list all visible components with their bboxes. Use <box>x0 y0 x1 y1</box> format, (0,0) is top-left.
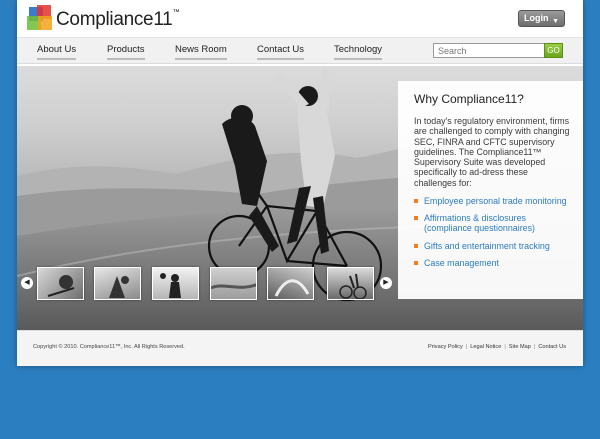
hero-banner: Why Compliance11? In today's regulatory … <box>17 66 583 330</box>
nav-item-about-us[interactable]: About Us <box>37 44 77 60</box>
feature-item-trade-monitoring[interactable]: Employee personal trade monitoring <box>414 196 571 206</box>
nav-item-technology[interactable]: Technology <box>334 44 383 60</box>
thumbnail-4[interactable] <box>210 267 257 300</box>
main-nav: About Us Products News Room Contact Us T… <box>17 37 583 64</box>
feature-item-gifts[interactable]: Gifts and entertainment tracking <box>414 241 571 251</box>
footer-link-site-map[interactable]: Site Map <box>509 344 531 350</box>
copyright-text: Copyright © 2010. Compliance11™, Inc. Al… <box>33 344 185 350</box>
footer-separator: | <box>465 344 468 350</box>
nav-item-news-room[interactable]: News Room <box>175 44 227 60</box>
go-button[interactable]: GO <box>544 43 563 58</box>
chevron-left-icon[interactable]: ◀ <box>21 277 33 289</box>
footer-separator: | <box>533 344 536 350</box>
thumbnail-3[interactable] <box>152 267 199 300</box>
info-panel: Why Compliance11? In today's regulatory … <box>398 81 583 299</box>
feature-item-case-management[interactable]: Case management <box>414 258 571 268</box>
nav-item-products[interactable]: Products <box>107 44 145 60</box>
footer: Copyright © 2010. Compliance11™, Inc. Al… <box>17 330 583 366</box>
thumbnail-5[interactable] <box>267 267 314 300</box>
footer-separator: | <box>504 344 506 350</box>
thumbnail-carousel: ◀ ▶ <box>17 265 398 303</box>
caret-down-icon: ▼ <box>552 18 559 25</box>
logo-text: Compliance11™ <box>56 9 180 30</box>
thumbnail-6[interactable] <box>327 267 374 300</box>
footer-link-privacy-policy[interactable]: Privacy Policy <box>428 344 463 350</box>
feature-item-affirmations[interactable]: Affirmations & disclosures (compliance q… <box>414 213 571 233</box>
chevron-right-icon[interactable]: ▶ <box>380 277 392 289</box>
page-container: Compliance11™ Login ▼ About Us Products … <box>17 0 583 366</box>
thumbnail-1[interactable] <box>37 267 84 300</box>
info-title: Why Compliance11? <box>414 92 524 106</box>
logo-mark-icon <box>27 5 53 31</box>
footer-link-contact-us[interactable]: Contact Us <box>538 344 566 350</box>
search-input[interactable] <box>433 43 545 58</box>
nav-item-contact-us[interactable]: Contact Us <box>257 44 304 60</box>
info-body: In today's regulatory environment, firms… <box>414 116 570 188</box>
login-label: Login <box>524 13 549 23</box>
login-button[interactable]: Login ▼ <box>518 10 565 27</box>
footer-links: Privacy Policy | Legal Notice | Site Map | Con… <box>428 344 566 350</box>
footer-link-legal-notice[interactable]: Legal Notice <box>470 344 501 350</box>
thumbnail-2[interactable] <box>94 267 141 300</box>
feature-list: Employee personal trade monitoring Affir… <box>414 196 571 268</box>
